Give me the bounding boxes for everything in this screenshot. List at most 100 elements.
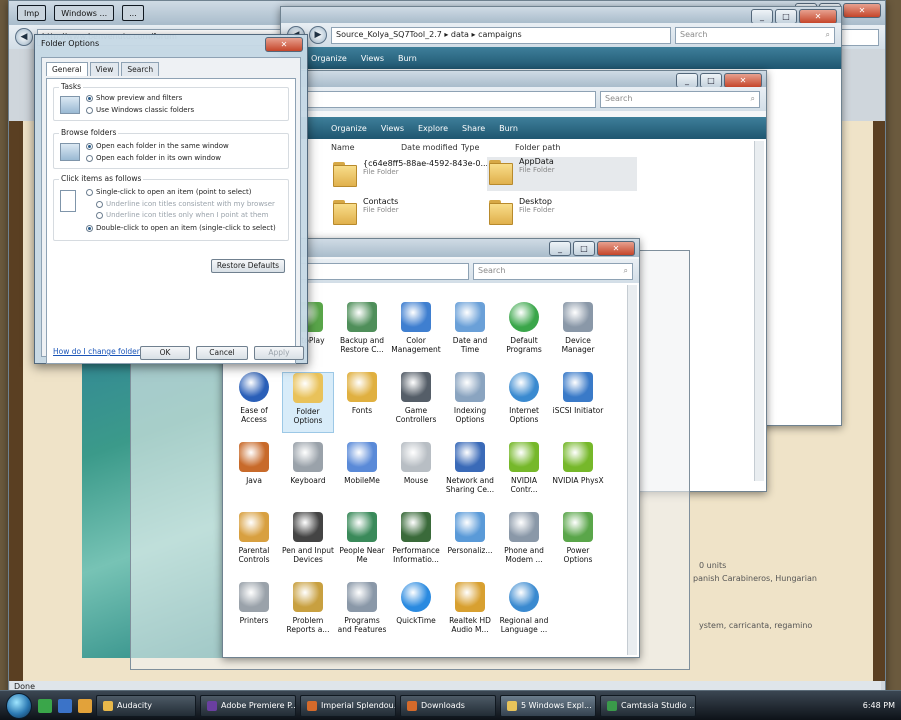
address-breadcrumb[interactable]: Source_Kolya_SQ7Tool_2.7 ▸ data ▸ campai… — [331, 26, 671, 44]
control-panel-item[interactable]: Java — [228, 442, 280, 503]
control-panel-item[interactable]: Date and Time — [444, 302, 496, 363]
list-item[interactable]: {c64e8ff5-88ae-4592-843e-0... File Folder — [331, 159, 488, 187]
control-panel-item[interactable]: Folder Options — [282, 372, 334, 433]
control-panel-item[interactable]: iSCSI Initiator — [552, 372, 604, 433]
minimize-button[interactable]: _ — [751, 9, 773, 24]
control-panel-item[interactable]: Regional and Language ... — [498, 582, 550, 643]
browser-tab[interactable]: ... — [122, 5, 144, 21]
organize-button[interactable]: Organize — [311, 54, 347, 63]
ok-button[interactable]: OK — [140, 346, 190, 360]
radio-show-preview[interactable]: Show preview and filters — [86, 94, 182, 102]
control-panel-item[interactable]: Internet Options — [498, 372, 550, 433]
radio-double-click[interactable]: Double-click to open an item (single-cli… — [86, 224, 276, 232]
close-button[interactable]: ✕ — [597, 241, 635, 256]
taskbar-item-audacity[interactable]: Audacity — [96, 694, 196, 717]
cancel-button[interactable]: Cancel — [196, 346, 248, 360]
control-panel-item[interactable]: Mouse — [390, 442, 442, 503]
control-panel-item[interactable]: Realtek HD Audio M... — [444, 582, 496, 643]
browser-tab[interactable]: Windows ... — [54, 5, 115, 21]
column-folder-path[interactable]: Folder path — [515, 143, 560, 152]
close-button[interactable]: ✕ — [265, 37, 303, 52]
iscsi-icon — [563, 372, 593, 402]
explore-button[interactable]: Explore — [418, 124, 448, 133]
views-button[interactable]: Views — [381, 124, 404, 133]
maximize-button[interactable]: □ — [700, 73, 722, 88]
organize-button[interactable]: Organize — [331, 124, 367, 133]
control-panel-item[interactable]: Printers — [228, 582, 280, 643]
tasks-group: Tasks Show preview and filters Use Windo… — [53, 82, 289, 121]
command-bar: Organize Views Burn — [281, 47, 841, 69]
control-panel-item[interactable]: Performance Informatio... — [390, 512, 442, 573]
taskbar-item-camtasia[interactable]: Camtasia Studio ... — [600, 694, 696, 717]
taskbar-item-explorer[interactable]: 5 Windows Expl... — [500, 694, 596, 717]
radio-classic-folders[interactable]: Use Windows classic folders — [86, 106, 194, 114]
tab-view[interactable]: View — [89, 62, 120, 76]
search-input[interactable]: Search ⌕ — [600, 90, 760, 108]
control-panel-item[interactable]: Programs and Features — [336, 582, 388, 643]
switch-windows-icon[interactable] — [58, 698, 72, 713]
radio-underline-browser[interactable]: Underline icon titles consistent with my… — [96, 200, 275, 208]
control-panel-item[interactable]: Fonts — [336, 372, 388, 433]
close-button[interactable]: ✕ — [724, 73, 762, 88]
restore-defaults-button[interactable]: Restore Defaults — [211, 259, 285, 273]
control-panel-item[interactable]: Parental Controls — [228, 512, 280, 573]
share-button[interactable]: Share — [462, 124, 485, 133]
control-panel-item[interactable]: Ease of Access — [228, 372, 280, 433]
control-panel-item[interactable]: Color Management — [390, 302, 442, 363]
burn-button[interactable]: Burn — [499, 124, 518, 133]
search-input[interactable]: Search ⌕ — [473, 262, 633, 280]
control-panel-item[interactable]: Device Manager — [552, 302, 604, 363]
taskbar-item-premiere[interactable]: Adobe Premiere P... — [200, 694, 296, 717]
radio-underline-point[interactable]: Underline icon titles only when I point … — [96, 211, 268, 219]
control-panel-item[interactable]: Default Programs — [498, 302, 550, 363]
radio-single-click[interactable]: Single-click to open an item (point to s… — [86, 188, 251, 196]
control-panel-item[interactable]: Problem Reports a... — [282, 582, 334, 643]
forward-icon[interactable]: ▶ — [309, 26, 327, 44]
views-button[interactable]: Views — [361, 54, 384, 63]
browser-icon[interactable] — [78, 698, 92, 713]
tab-general[interactable]: General — [46, 62, 88, 76]
control-panel-item[interactable]: Keyboard — [282, 442, 334, 503]
minimize-button[interactable]: _ — [549, 241, 571, 256]
control-panel-item[interactable]: Indexing Options — [444, 372, 496, 433]
show-desktop-icon[interactable] — [38, 698, 52, 713]
back-icon[interactable]: ◀ — [15, 28, 33, 46]
control-panel-item[interactable]: Personaliz... — [444, 512, 496, 573]
page-text: panish Carabineros, Hungarian — [693, 574, 817, 583]
column-name[interactable]: Name — [331, 143, 355, 152]
control-panel-item[interactable]: Backup and Restore C... — [336, 302, 388, 363]
control-panel-item[interactable]: People Near Me — [336, 512, 388, 573]
column-type[interactable]: Type — [461, 143, 479, 152]
list-item[interactable]: Contacts File Folder — [331, 197, 399, 225]
list-item[interactable]: Desktop File Folder — [487, 197, 555, 225]
column-date-modified[interactable]: Date modified — [401, 143, 458, 152]
taskbar-item-imperial[interactable]: Imperial Splendou... — [300, 694, 396, 717]
search-input[interactable]: Search ⌕ — [675, 26, 835, 44]
close-button[interactable]: ✕ — [799, 9, 837, 24]
control-panel-item[interactable]: Game Controllers — [390, 372, 442, 433]
apply-button[interactable]: Apply — [254, 346, 304, 360]
tab-search[interactable]: Search — [121, 62, 160, 76]
control-panel-item[interactable]: Network and Sharing Ce... — [444, 442, 496, 503]
maximize-button[interactable]: □ — [775, 9, 797, 24]
control-panel-item[interactable]: QuickTime — [390, 582, 442, 643]
start-button[interactable] — [6, 692, 32, 719]
control-panel-item[interactable]: MobileMe — [336, 442, 388, 503]
control-panel-item[interactable]: Power Options — [552, 512, 604, 573]
radio-same-window[interactable]: Open each folder in the same window — [86, 142, 229, 150]
control-panel-item[interactable]: Phone and Modem ... — [498, 512, 550, 573]
minimize-button[interactable]: _ — [676, 73, 698, 88]
maximize-button[interactable]: □ — [573, 241, 595, 256]
control-panel-item[interactable]: NVIDIA Contr... — [498, 442, 550, 503]
burn-button[interactable]: Burn — [398, 54, 417, 63]
taskbar-item-downloads[interactable]: Downloads — [400, 694, 496, 717]
radio-own-window[interactable]: Open each folder in its own window — [86, 154, 221, 162]
list-item[interactable]: AppData File Folder — [487, 157, 637, 191]
vertical-scrollbar[interactable] — [627, 285, 637, 655]
control-panel-item[interactable]: Pen and Input Devices — [282, 512, 334, 573]
control-panel-item[interactable]: NVIDIA PhysX — [552, 442, 604, 503]
browser-tab[interactable]: Imp — [17, 5, 47, 21]
address-field[interactable] — [307, 90, 596, 108]
close-button[interactable]: ✕ — [843, 3, 881, 18]
vertical-scrollbar[interactable] — [754, 141, 764, 481]
